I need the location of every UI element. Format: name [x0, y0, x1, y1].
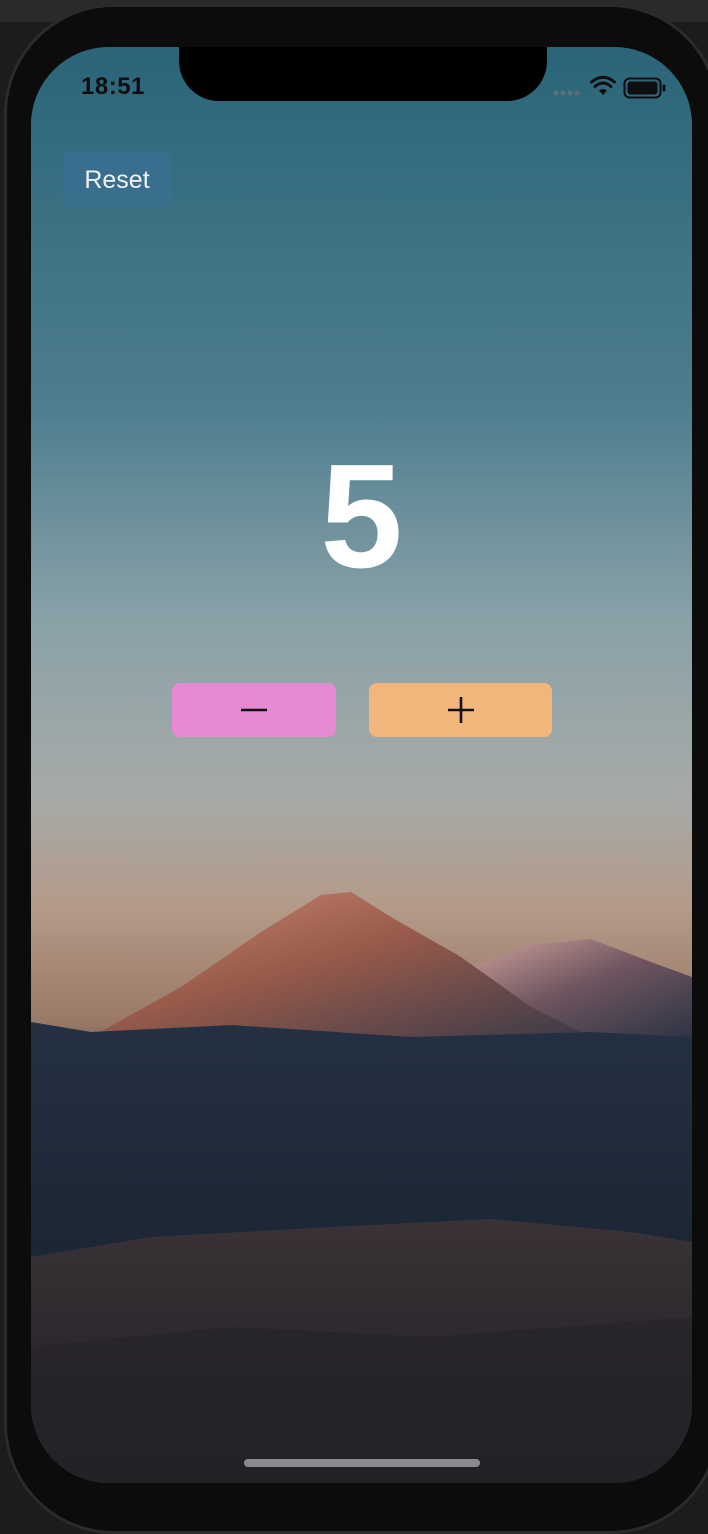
- phone-frame: 18:51 Reset 5: [4, 4, 708, 1534]
- wifi-icon: [590, 75, 616, 95]
- plus-icon: [447, 697, 474, 723]
- increment-button[interactable]: [369, 683, 552, 737]
- phone-screen: 18:51 Reset 5: [31, 47, 692, 1483]
- battery-icon: [623, 77, 666, 99]
- device-notch: [179, 47, 547, 101]
- cellular-signal-icon: [553, 90, 580, 96]
- reset-button[interactable]: Reset: [63, 152, 171, 208]
- counter-value: 5: [320, 434, 403, 599]
- mountain-background-image: [31, 47, 692, 1483]
- decrement-button[interactable]: [172, 683, 336, 737]
- minus-icon: [241, 708, 267, 712]
- home-indicator[interactable]: [244, 1459, 480, 1467]
- status-bar-time: 18:51: [81, 73, 145, 100]
